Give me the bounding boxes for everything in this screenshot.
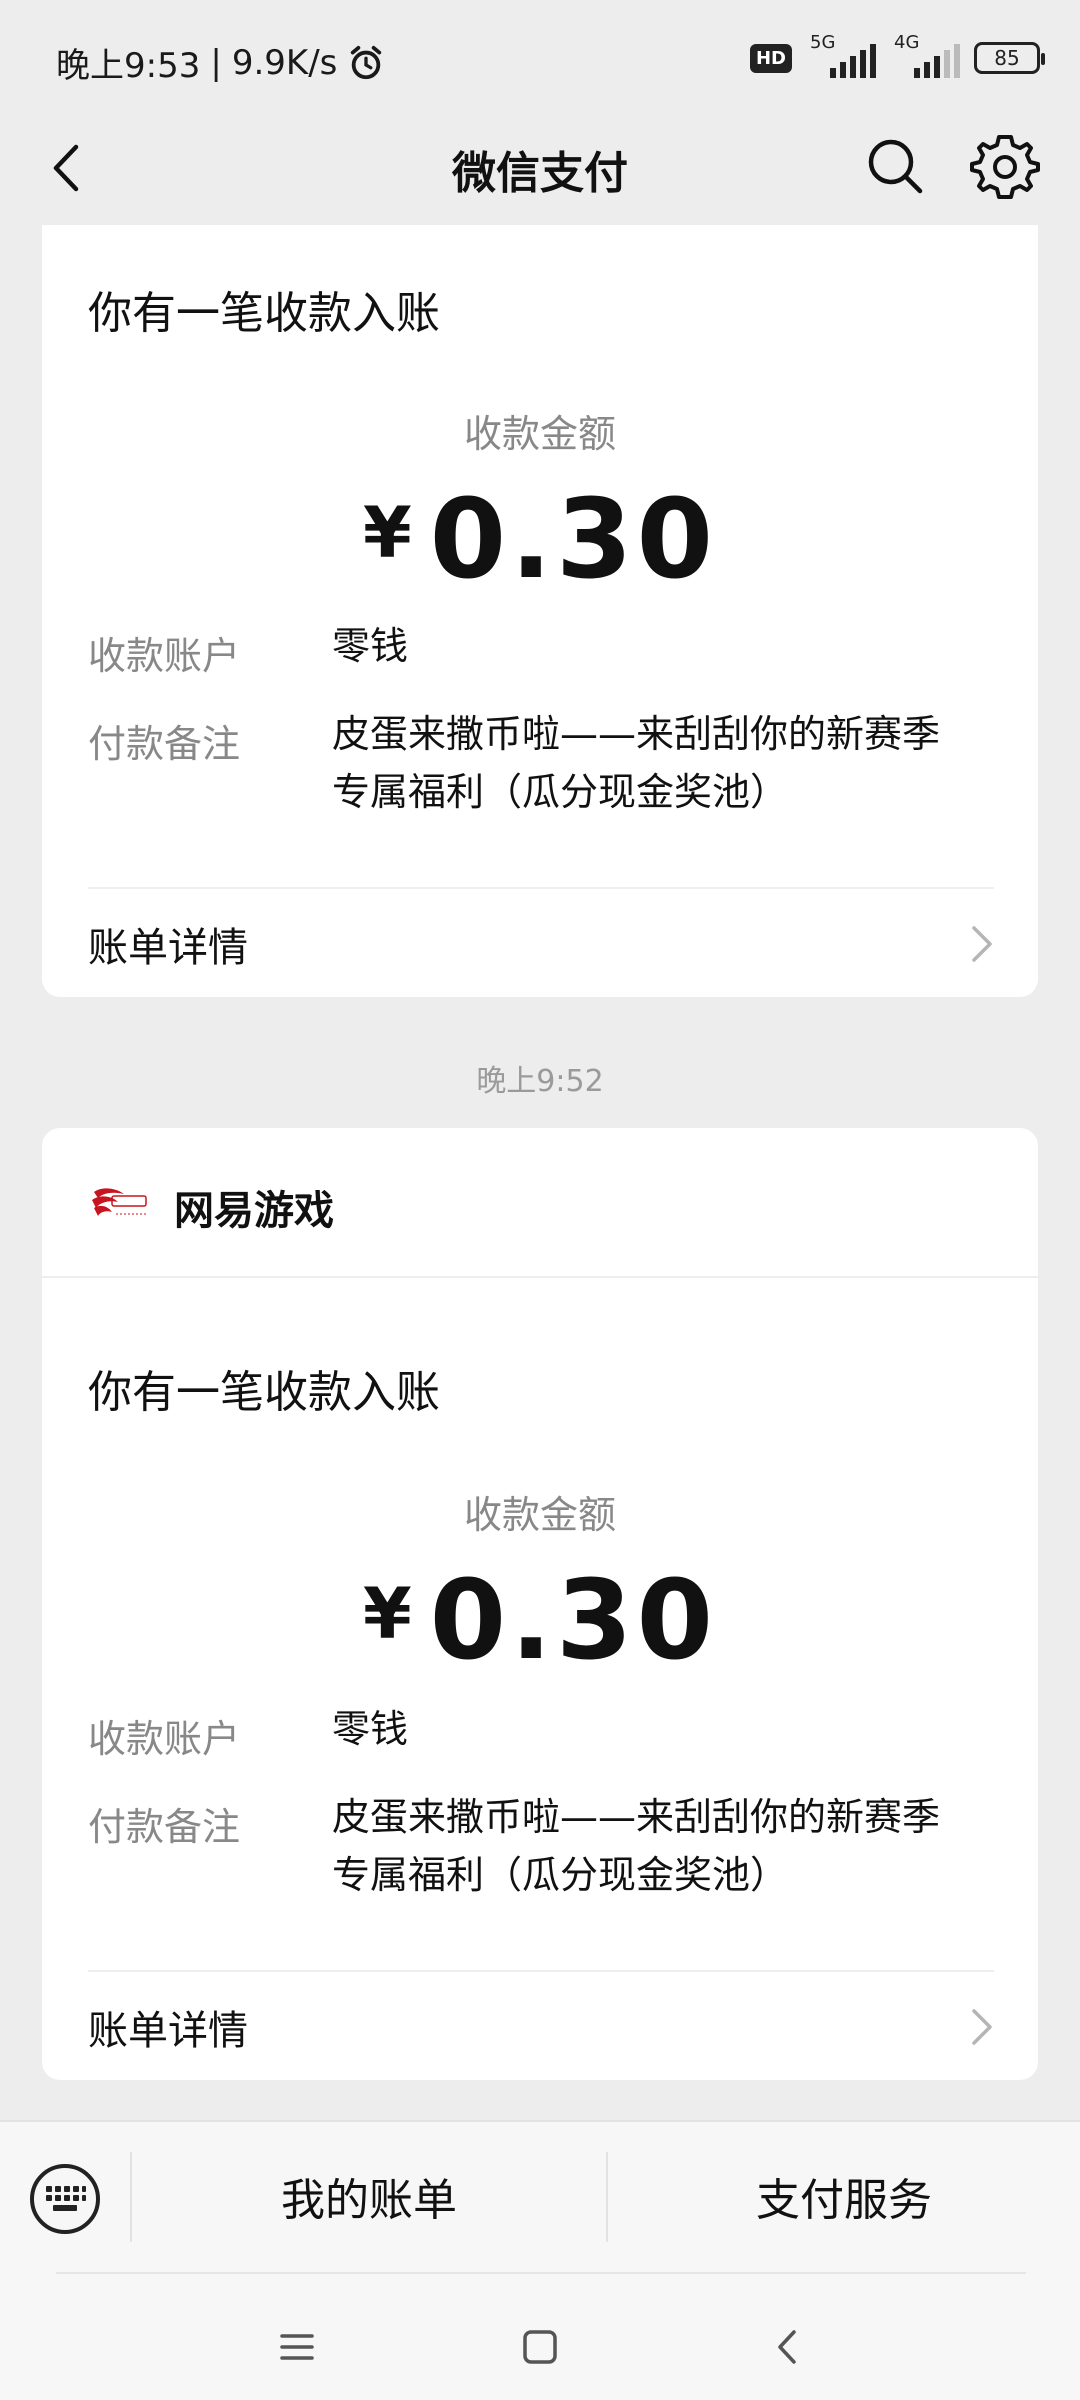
keyboard-icon[interactable] (28, 2162, 102, 2236)
status-right: HD 5G 4G 85 (749, 32, 1045, 80)
remark-label: 付款备注 (88, 722, 241, 766)
battery-level: 85 (994, 46, 1020, 70)
remark-label: 付款备注 (88, 1805, 241, 1849)
signal-5g: 5G (806, 32, 876, 80)
divider (56, 2272, 1026, 2274)
nav-bar: 微信支付 (0, 115, 1080, 225)
status-time: 晚上9:53 (56, 46, 201, 86)
amount-display: ¥0.30 (42, 475, 1038, 603)
gear-icon[interactable] (970, 131, 1040, 201)
bottom-toolbar: 我的账单 支付服务 (0, 2120, 1080, 2400)
menu-icon[interactable] (272, 2322, 322, 2372)
amount-label: 收款金额 (463, 1493, 616, 1537)
wechat-pay-screen: 晚上9:53 | 9.9K/s HD 5G 4G 85 微信支付 你有一笔收款入… (0, 0, 1080, 2400)
payment-message-card: 网易游戏 你有一笔收款入账 收款金额 ¥0.30 收款账户 零钱 付款备注 皮蛋… (42, 1128, 1038, 2080)
status-separator: | (210, 42, 222, 83)
account-value: 零钱 (332, 624, 409, 668)
divider (88, 1970, 994, 1972)
chevron-right-icon[interactable] (968, 2005, 998, 2049)
remark-line: 皮蛋来撒币啦——来刮刮你的新赛季 (332, 712, 941, 756)
system-back-icon[interactable] (763, 2322, 813, 2372)
my-bill-button[interactable]: 我的账单 (132, 2164, 606, 2228)
merchant-name: 网易游戏 (174, 1188, 334, 1234)
remark-value: 皮蛋来撒币啦——来刮刮你的新赛季 专属福利（瓜分现金奖池） (332, 1788, 1012, 1904)
signal-bars-icon (914, 44, 960, 78)
status-left: 晚上9:53 | 9.9K/s (56, 38, 385, 87)
currency-symbol: ¥ (362, 1573, 412, 1655)
amount-label: 收款金额 (463, 412, 616, 456)
remark-value: 皮蛋来撒币啦——来刮刮你的新赛季 专属福利（瓜分现金奖池） (332, 705, 1012, 821)
signal-bars-icon (830, 44, 876, 78)
account-label: 收款账户 (88, 634, 241, 678)
bill-detail-link[interactable]: 账单详情 (88, 1998, 248, 2056)
search-icon[interactable] (862, 133, 928, 199)
amount-value: 0.30 (429, 1556, 718, 1684)
remark-line: 专属福利（瓜分现金奖池） (332, 1853, 789, 1897)
message-headline: 你有一笔收款入账 (88, 1367, 440, 1418)
payment-message-card: 你有一笔收款入账 收款金额 ¥0.30 收款账户 零钱 付款备注 皮蛋来撒币啦—… (42, 225, 1038, 997)
currency-symbol: ¥ (362, 492, 412, 574)
account-value: 零钱 (332, 1707, 409, 1751)
remark-line: 专属福利（瓜分现金奖池） (332, 770, 789, 814)
battery-icon: 85 (974, 42, 1045, 74)
signal-4g: 4G (890, 32, 960, 80)
merchant-header[interactable]: 网易游戏 (42, 1128, 1038, 1278)
divider (88, 887, 994, 889)
amount-display: ¥0.30 (42, 1556, 1038, 1684)
netease-games-logo-icon (92, 1188, 147, 1216)
hd-badge: HD (749, 43, 792, 73)
home-icon[interactable] (515, 2322, 565, 2372)
remark-line: 皮蛋来撒币啦——来刮刮你的新赛季 (332, 1795, 941, 1839)
alarm-icon (351, 45, 382, 79)
bill-detail-link[interactable]: 账单详情 (88, 915, 248, 973)
network-speed: 9.9K/s (231, 42, 338, 83)
pay-service-button[interactable]: 支付服务 (608, 2164, 1080, 2228)
account-label: 收款账户 (88, 1717, 241, 1761)
message-timestamp: 晚上9:52 (476, 1064, 604, 1099)
message-headline: 你有一笔收款入账 (88, 288, 440, 339)
amount-value: 0.30 (429, 475, 718, 603)
chevron-right-icon[interactable] (968, 922, 998, 966)
status-bar: 晚上9:53 | 9.9K/s HD 5G 4G 85 (0, 0, 1080, 115)
